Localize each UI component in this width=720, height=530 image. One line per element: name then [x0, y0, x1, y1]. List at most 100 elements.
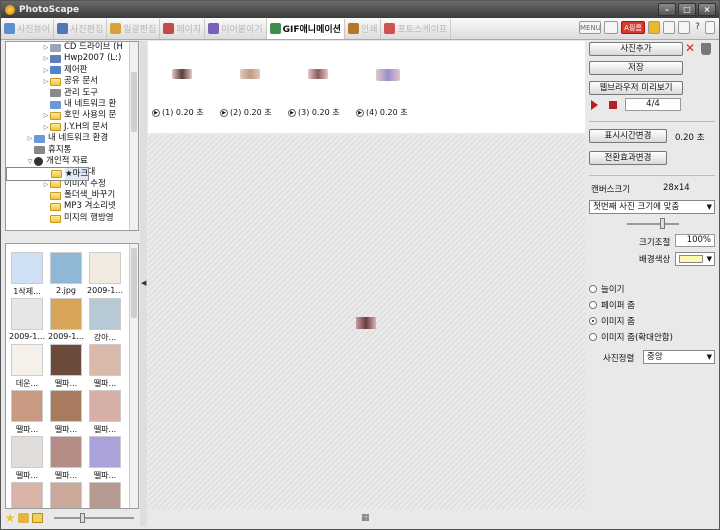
- thumbnail-item[interactable]: [47, 480, 85, 508]
- tree-item[interactable]: ▷ 내 네트워크 환경: [6, 133, 138, 144]
- tree-item[interactable]: ▷ J.Y.H의 문서: [6, 122, 138, 133]
- frame-thumbnail[interactable]: [376, 69, 400, 81]
- tree-item[interactable]: ▷ Hwp2007 (L:): [6, 53, 138, 64]
- thumbnail-item[interactable]: 2009-1...: [86, 250, 124, 298]
- frame-item[interactable]: ▶ (2) 0.20 초: [220, 107, 272, 118]
- expand-arrow-icon[interactable]: ▷: [42, 65, 50, 76]
- folder-up-icon[interactable]: [18, 513, 29, 523]
- panel-splitter[interactable]: ◀: [140, 41, 147, 527]
- thumbnail-item[interactable]: [86, 480, 124, 508]
- maximize-button[interactable]: □: [678, 3, 696, 16]
- thumbnail-size-thumb[interactable]: [80, 513, 85, 523]
- size-value-field[interactable]: 100%: [675, 234, 715, 247]
- save-button[interactable]: 저장: [589, 61, 683, 75]
- thumbnail-item[interactable]: 뗄파...: [47, 434, 85, 482]
- size-slider[interactable]: [627, 223, 679, 225]
- transition-button[interactable]: 전환효과변경: [589, 151, 667, 165]
- thumbnail-item[interactable]: 뗄파...: [86, 342, 124, 390]
- canvas-grip-icon[interactable]: ▦: [361, 513, 370, 523]
- frame-item[interactable]: ▶ (1) 0.20 초: [152, 107, 204, 118]
- radio-button[interactable]: [589, 301, 597, 309]
- expand-arrow-icon[interactable]: ▷: [42, 42, 50, 53]
- help-icon[interactable]: ?: [693, 21, 702, 34]
- align-select[interactable]: 중앙 ▼: [643, 350, 715, 364]
- expand-arrow-icon[interactable]: ▷: [42, 110, 50, 121]
- tree-item[interactable]: MP3 겨소리넷: [6, 201, 138, 212]
- tree-item[interactable]: ▽ 개인적 자료: [6, 156, 138, 167]
- browser-preview-button[interactable]: 웹브라우저 미리보기: [589, 81, 683, 95]
- thumbnail-item[interactable]: 뗄파...: [47, 342, 85, 390]
- expand-arrow-icon[interactable]: ▷: [42, 122, 50, 133]
- thumbnail-scrollbar[interactable]: [129, 244, 138, 508]
- thumbnail-item[interactable]: 뗄파...: [47, 388, 85, 436]
- expand-arrow-icon[interactable]: ▷: [26, 133, 34, 144]
- zoom-mode-radio[interactable]: 이미지 줌(확대안함): [589, 331, 673, 343]
- radio-button[interactable]: [589, 317, 597, 325]
- tab-5[interactable]: GIF애니메이션: [266, 18, 345, 39]
- film-badge[interactable]: A필름: [621, 21, 645, 34]
- thumbnail-item[interactable]: 2009-1...: [47, 296, 85, 344]
- frame-play-icon[interactable]: ▶: [220, 108, 228, 117]
- film-icon[interactable]: [648, 21, 660, 34]
- radio-button[interactable]: [589, 285, 597, 293]
- thumbnail-item[interactable]: 데운...: [8, 342, 46, 390]
- folder-icon[interactable]: [32, 513, 43, 523]
- frame-thumbnail[interactable]: [240, 69, 260, 79]
- thumbnail-size-slider[interactable]: [54, 513, 134, 523]
- collapse-arrow-icon[interactable]: ◀: [141, 279, 146, 287]
- window-icon[interactable]: [678, 21, 690, 34]
- frame-play-icon[interactable]: ▶: [288, 108, 296, 117]
- menu-button[interactable]: MENU: [579, 21, 601, 34]
- tree-item[interactable]: ▷ 공유 문서: [6, 76, 138, 87]
- animation-preview-canvas[interactable]: [148, 135, 585, 509]
- frame-play-icon[interactable]: ▶: [152, 108, 160, 117]
- tab-4[interactable]: 이어붙이기: [205, 18, 267, 39]
- close-window-button[interactable]: ×: [698, 3, 716, 16]
- tree-scroll-thumb[interactable]: [131, 72, 137, 132]
- stop-icon[interactable]: [609, 101, 617, 109]
- display-time-button[interactable]: 표시시간변경: [589, 129, 667, 143]
- thumbnail-item[interactable]: 뗄파...: [8, 434, 46, 482]
- zoom-mode-radio[interactable]: 페이퍼 줌: [589, 299, 635, 311]
- zoom-mode-radio[interactable]: 이미지 줌: [589, 315, 635, 327]
- thumbnail-item[interactable]: 뗄파...: [8, 388, 46, 436]
- tab-7[interactable]: 포토스케이프: [381, 18, 452, 39]
- thumbnail-item[interactable]: 1삭제...: [8, 250, 46, 298]
- frame-item[interactable]: ▶ (3) 0.20 초: [288, 107, 340, 118]
- thumbnail-item[interactable]: 2.jpg: [47, 250, 85, 298]
- copy-icon[interactable]: [663, 21, 675, 34]
- frame-item[interactable]: ▶ (4) 0.20 초: [356, 107, 408, 118]
- favorite-star-icon[interactable]: [5, 513, 15, 523]
- zoom-mode-radio[interactable]: 늘이기: [589, 283, 624, 295]
- add-photo-button[interactable]: 사진추가: [589, 42, 683, 56]
- settings-icon[interactable]: [705, 21, 715, 34]
- trash-icon[interactable]: [701, 43, 711, 55]
- radio-button[interactable]: [589, 333, 597, 341]
- tab-0[interactable]: 사진뷰어: [1, 18, 55, 39]
- minimize-button[interactable]: –: [658, 3, 676, 16]
- tree-item[interactable]: 폴더색_바꾸기: [6, 190, 138, 201]
- fit-option-select[interactable]: 첫번째 사진 크기에 맞춤 ▼: [589, 200, 715, 214]
- tree-scrollbar[interactable]: [129, 42, 138, 230]
- tab-2[interactable]: 일괄편집: [107, 18, 161, 39]
- size-slider-thumb[interactable]: [660, 218, 665, 229]
- tab-1[interactable]: 사진편집: [54, 18, 108, 39]
- thumbnail-item[interactable]: 뗄파...: [86, 434, 124, 482]
- tab-6[interactable]: 인쇄: [345, 18, 382, 39]
- tree-item[interactable]: 관리 도구: [6, 88, 138, 99]
- thumbnail-item[interactable]: [8, 480, 46, 508]
- tab-3[interactable]: 페이지: [160, 18, 206, 39]
- tree-item[interactable]: ▷ CD 드라이브 (H: [6, 42, 138, 53]
- tree-item[interactable]: ★마크: [6, 167, 90, 182]
- frame-thumbnail[interactable]: [308, 69, 328, 79]
- thumbnail-item[interactable]: 뗄파...: [86, 388, 124, 436]
- thumbnail-item[interactable]: 2009-1...: [8, 296, 46, 344]
- thumbnail-item[interactable]: 강아...: [86, 296, 124, 344]
- frame-play-icon[interactable]: ▶: [356, 108, 364, 117]
- tree-item[interactable]: 미지의 행방영: [6, 213, 138, 224]
- frame-thumbnail[interactable]: [172, 69, 192, 79]
- blank-toggle[interactable]: [604, 21, 618, 34]
- tree-item[interactable]: 휴지통: [6, 145, 138, 156]
- expand-arrow-icon[interactable]: ▽: [26, 156, 34, 167]
- tree-item[interactable]: ▷ 제어판: [6, 65, 138, 76]
